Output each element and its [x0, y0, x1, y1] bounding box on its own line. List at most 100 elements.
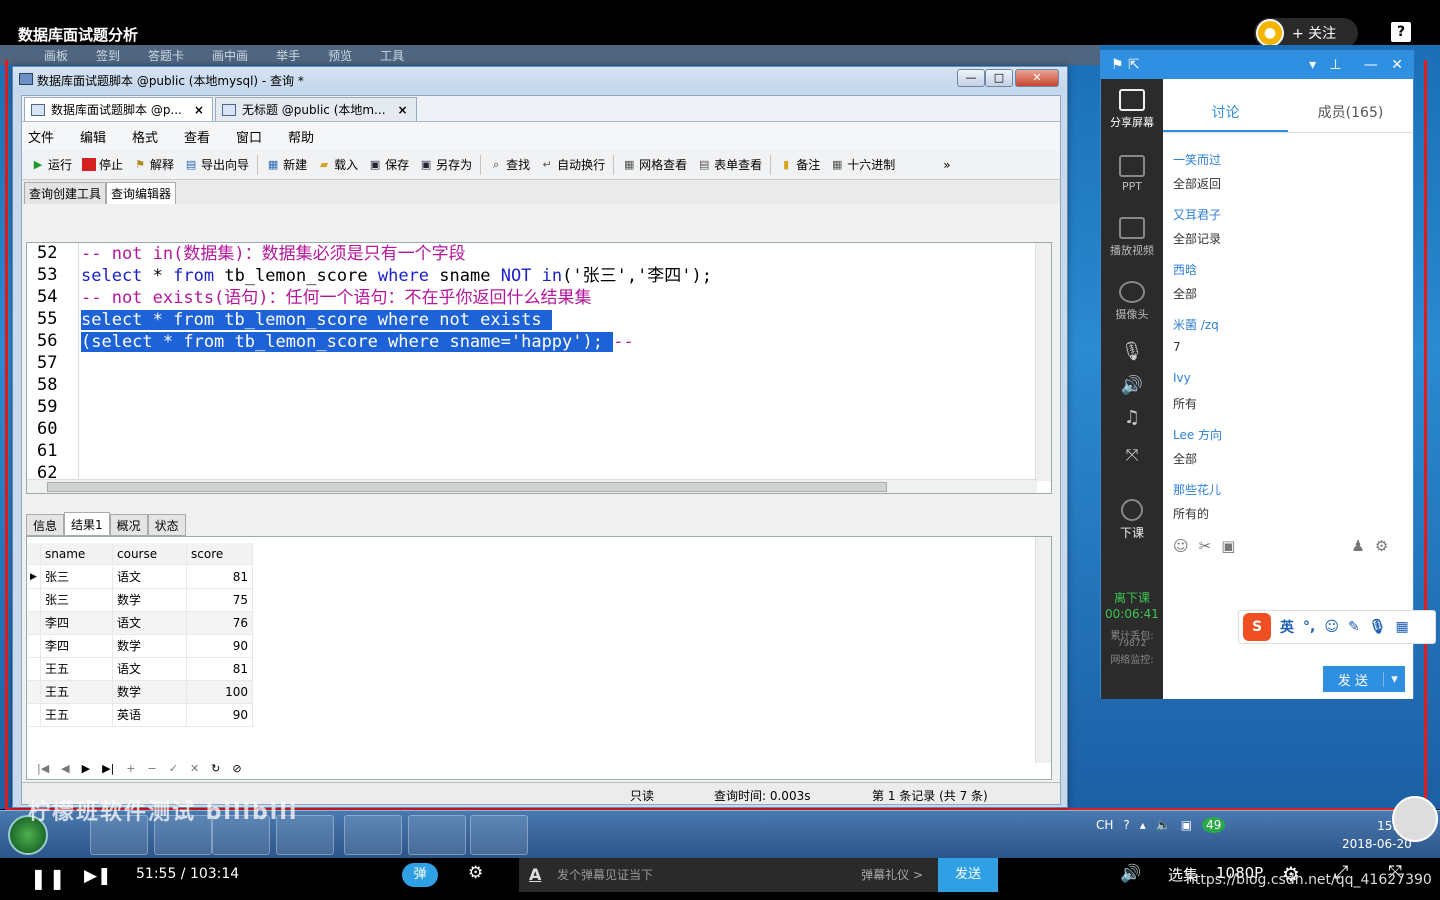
taskbar-app-ppt[interactable] [344, 815, 402, 855]
danmaku-input[interactable]: A 发个弹幕见证当下 弹幕礼仪 > [519, 858, 941, 892]
table-cell[interactable]: 李四 [41, 635, 113, 658]
table-row[interactable]: ▶ 张三 语文 81 [27, 566, 253, 589]
prev-record-icon[interactable]: ◀ [61, 762, 69, 775]
table-cell[interactable]: 王五 [41, 681, 113, 704]
apply-icon[interactable]: ✓ [169, 762, 178, 775]
find-button[interactable]: ⌕ 查找 [484, 153, 535, 177]
table-cell[interactable]: 90 [187, 704, 253, 727]
punctuation-icon[interactable]: °, [1303, 619, 1315, 635]
next-icon[interactable]: ▶❚ [84, 866, 111, 886]
font-style-icon[interactable]: A [529, 858, 541, 892]
doc-tab-script[interactable]: 数据库面试题脚本 @p... × [24, 97, 213, 121]
table-cell[interactable]: 90 [187, 635, 253, 658]
tab-discussion[interactable]: 讨论 [1163, 79, 1288, 132]
follow-button[interactable]: ● + 关注 [1254, 18, 1358, 48]
table-row[interactable]: 王五 英语 90 [27, 704, 253, 727]
table-cell[interactable]: 81 [187, 658, 253, 681]
language-indicator[interactable]: CH [1096, 818, 1113, 832]
table-cell[interactable]: 76 [187, 612, 253, 635]
hex-button[interactable]: ▦ 十六进制 [825, 153, 900, 177]
table-cell[interactable]: 语文 [113, 566, 187, 589]
maximize-button[interactable]: □ [985, 69, 1013, 87]
tab-result1[interactable]: 结果1 [64, 512, 110, 536]
table-cell[interactable]: 张三 [41, 566, 113, 589]
tab-status[interactable]: 状态 [147, 514, 186, 536]
danmaku-settings-icon[interactable]: ⚙ [468, 863, 483, 883]
menu-edit[interactable]: 编辑 [80, 127, 132, 146]
editor-vertical-scrollbar[interactable] [1035, 243, 1051, 481]
volume-icon[interactable]: 🔊 [1120, 864, 1141, 884]
help-icon[interactable]: ? [1391, 22, 1411, 42]
export-wizard-button[interactable]: ▤ 导出向导 [179, 153, 254, 177]
emoji-icon[interactable]: ☺ [1173, 537, 1189, 555]
play-video-button[interactable]: 播放视频 [1101, 217, 1163, 258]
table-cell[interactable]: 李四 [41, 612, 113, 635]
tab-members[interactable]: 成员(165) [1288, 79, 1413, 132]
table-row[interactable]: 王五 数学 100 [27, 681, 253, 704]
table-cell[interactable]: 语文 [113, 658, 187, 681]
minimize-button[interactable]: — [957, 69, 985, 87]
menu-view[interactable]: 查看 [184, 127, 236, 146]
settings-icon[interactable]: ⚙ [1375, 537, 1388, 555]
table-cell[interactable]: 王五 [41, 704, 113, 727]
table-cell[interactable]: 100 [187, 681, 253, 704]
chevron-down-icon[interactable]: ▾ [1383, 671, 1405, 687]
table-cell[interactable]: 英语 [113, 704, 187, 727]
editor-horizontal-scrollbar[interactable] [27, 479, 1037, 493]
danmaku-toggle[interactable]: 弹 [402, 863, 438, 887]
pen-icon[interactable]: ✎ [1348, 619, 1360, 635]
add-record-icon[interactable]: + [126, 762, 135, 775]
grid-view-button[interactable]: ▦ 网格查看 [617, 153, 692, 177]
send-button[interactable]: 发 送 ▾ [1323, 666, 1405, 692]
assistant-avatar[interactable] [1392, 796, 1438, 842]
close-button[interactable]: ✕ [1015, 69, 1059, 87]
emoji-icon[interactable]: ☺ [1324, 619, 1339, 635]
doc-tab-untitled[interactable]: 无标题 @public (本地m... × [214, 97, 417, 121]
tab-query-editor[interactable]: 查询编辑器 [106, 182, 177, 204]
taskbar-app-player[interactable] [470, 815, 528, 855]
close-tab-icon[interactable]: × [194, 103, 204, 117]
stop-button[interactable]: 停止 [77, 153, 128, 177]
danmaku-send-button[interactable]: 发送 [938, 858, 998, 892]
image-icon[interactable]: ▣ [1221, 537, 1235, 555]
column-header[interactable]: course [113, 543, 187, 565]
camera-button[interactable]: 摄像头 [1101, 281, 1163, 322]
help-icon[interactable]: ? [1123, 818, 1129, 832]
discard-icon[interactable]: ✕ [190, 762, 199, 775]
panel-controls[interactable]: ▾ ⊥ — ✕ [1309, 57, 1403, 73]
next-record-icon[interactable]: ▶ [82, 762, 90, 775]
column-header[interactable]: score [187, 543, 253, 565]
menu-format[interactable]: 格式 [132, 127, 184, 146]
fullscreen-icon[interactable]: ⤧ [1101, 445, 1163, 465]
stop-query-icon[interactable]: ⊘ [232, 762, 241, 775]
toolbar-overflow-button[interactable]: » [938, 153, 955, 177]
grid-icon[interactable]: ▦ [1395, 619, 1408, 635]
network-icon[interactable]: ▣ [1181, 818, 1192, 832]
table-row[interactable]: 李四 语文 76 [27, 612, 253, 635]
table-row[interactable]: 李四 数学 90 [27, 635, 253, 658]
explain-button[interactable]: ⚑ 解释 [128, 153, 179, 177]
save-button[interactable]: ▣ 保存 [363, 153, 414, 177]
tray-badge[interactable]: 49 [1202, 817, 1226, 833]
music-icon[interactable]: ♫ [1101, 407, 1163, 428]
menu-window[interactable]: 窗口 [236, 127, 288, 146]
table-cell[interactable]: 王五 [41, 658, 113, 681]
form-view-button[interactable]: ▤ 表单查看 [692, 153, 767, 177]
tab-info[interactable]: 信息 [26, 514, 65, 536]
grid-vertical-scrollbar[interactable] [1035, 537, 1051, 763]
speaker-icon[interactable]: 🔊 [1101, 375, 1163, 396]
first-record-icon[interactable]: |◀ [37, 762, 49, 775]
table-cell[interactable]: 张三 [41, 589, 113, 612]
refresh-icon[interactable]: ↻ [211, 762, 220, 775]
tab-profile[interactable]: 概况 [109, 514, 148, 536]
share-screen-button[interactable]: 分享屏幕 [1101, 89, 1163, 130]
menu-file[interactable]: 文件 [28, 127, 80, 146]
danmaku-etiquette-link[interactable]: 弹幕礼仪 > [861, 858, 923, 892]
tray-expand-icon[interactable]: ▴ [1140, 818, 1146, 832]
tab-query-builder[interactable]: 查询创建工具 [24, 182, 107, 204]
table-cell[interactable]: 81 [187, 566, 253, 589]
end-class-button[interactable]: 下课 [1101, 499, 1163, 541]
note-button[interactable]: ▮ 备注 [774, 153, 825, 177]
table-cell[interactable]: 语文 [113, 612, 187, 635]
taskbar-app-qq[interactable] [408, 815, 466, 855]
